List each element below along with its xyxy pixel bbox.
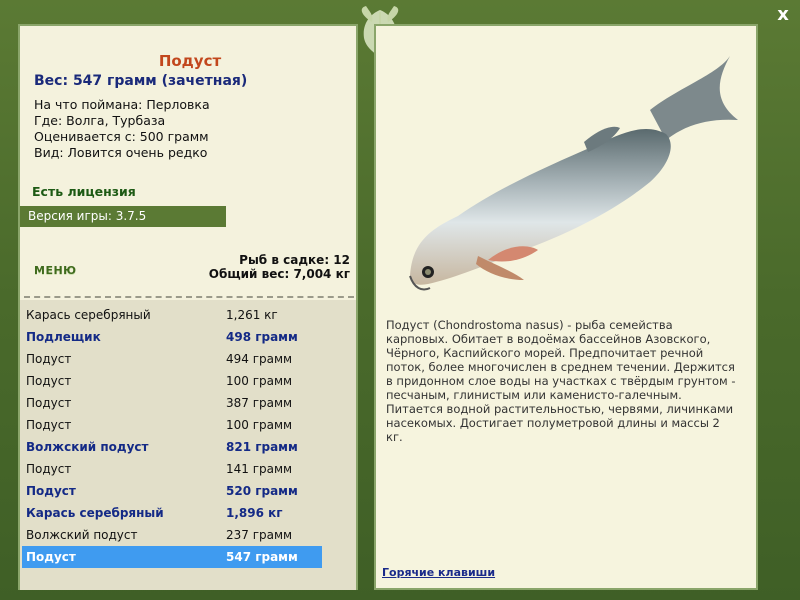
catch-row[interactable]: Волжский подуст 821 грамм (22, 436, 322, 458)
fish-details: На что поймана: Перловка Где: Волга, Тур… (34, 97, 210, 161)
catch-row[interactable]: Подуст 100 грамм (22, 414, 322, 436)
catch-row[interactable]: Подуст 387 грамм (22, 392, 322, 414)
fish-description: Подуст (Chondrostoma nasus) - рыба семей… (386, 318, 736, 444)
catch-fish-weight: 520 грамм (226, 484, 298, 498)
version-bar: Версия игры: 3.7.5 (20, 206, 226, 227)
fish-location: Где: Волга, Турбаза (34, 113, 166, 128)
catch-fish-weight: 547 грамм (226, 550, 298, 564)
total-weight: Общий вес: 7,004 кг (208, 267, 350, 281)
catch-row[interactable]: Подуст 520 грамм (22, 480, 322, 502)
catch-row[interactable]: Подуст 141 грамм (22, 458, 322, 480)
catch-fish-weight: 1,896 кг (226, 506, 283, 520)
fish-rarity: Вид: Ловится очень редко (34, 145, 208, 160)
divider (24, 296, 354, 298)
catch-fish-weight: 237 грамм (226, 528, 293, 542)
fish-info-panel: Подуст Вес: 547 грамм (зачетная) На что … (18, 24, 358, 590)
catch-fish-weight: 100 грамм (226, 374, 293, 388)
fish-count: Рыб в садке: 12 (239, 253, 350, 267)
catch-fish-name: Карась серебряный (26, 506, 164, 520)
license-status: Есть лицензия (32, 184, 136, 199)
catch-fish-weight: 141 грамм (226, 462, 293, 476)
fish-weight: Вес: 547 грамм (зачетная) (34, 73, 248, 89)
catch-fish-name: Подуст (26, 374, 72, 388)
catch-fish-name: Волжский подуст (26, 528, 138, 542)
fish-rated-from: Оценивается с: 500 грамм (34, 129, 209, 144)
catch-fish-weight: 498 грамм (226, 330, 298, 344)
catch-fish-name: Подуст (26, 352, 72, 366)
catch-fish-name: Подуст (26, 418, 72, 432)
catch-fish-name: Волжский подуст (26, 440, 149, 454)
catch-fish-weight: 1,261 кг (226, 308, 278, 322)
catch-row[interactable]: Волжский подуст 237 грамм (22, 524, 322, 546)
catch-fish-name: Подуст (26, 462, 72, 476)
catch-fish-name: Подуст (26, 550, 76, 564)
fish-bait: На что поймана: Перловка (34, 97, 210, 112)
menu-button[interactable]: МЕНЮ (34, 264, 77, 277)
catch-list: Карась серебряный 1,261 кг Подлещик 498 гра… (20, 300, 356, 590)
catch-row[interactable]: Подуст 494 грамм (22, 348, 322, 370)
catch-fish-weight: 821 грамм (226, 440, 298, 454)
catch-fish-weight: 387 грамм (226, 396, 293, 410)
catch-fish-name: Подуст (26, 396, 72, 410)
catch-fish-weight: 100 грамм (226, 418, 293, 432)
catch-row[interactable]: Карась серебряный 1,896 кг (22, 502, 322, 524)
catch-row[interactable]: Подлещик 498 грамм (22, 326, 322, 348)
close-icon[interactable]: x (772, 4, 794, 26)
catch-fish-name: Подуст (26, 484, 76, 498)
fish-name: Подуст (158, 52, 222, 70)
keepnet-stats: Рыб в садке: 12 Общий вес: 7,004 кг (209, 253, 350, 281)
catch-row[interactable]: Карась серебряный 1,261 кг (22, 304, 322, 326)
catch-fish-weight: 494 грамм (226, 352, 293, 366)
fish-illustration (409, 56, 738, 291)
hotkeys-link[interactable]: Горячие клавиши (382, 566, 495, 579)
catch-fish-name: Подлещик (26, 330, 101, 344)
catch-row[interactable]: Подуст 547 грамм (22, 546, 322, 568)
catch-fish-name: Карась серебряный (26, 308, 151, 322)
fish-image-panel: Подуст (Chondrostoma nasus) - рыба семей… (374, 24, 758, 590)
catch-row[interactable]: Подуст 100 грамм (22, 370, 322, 392)
